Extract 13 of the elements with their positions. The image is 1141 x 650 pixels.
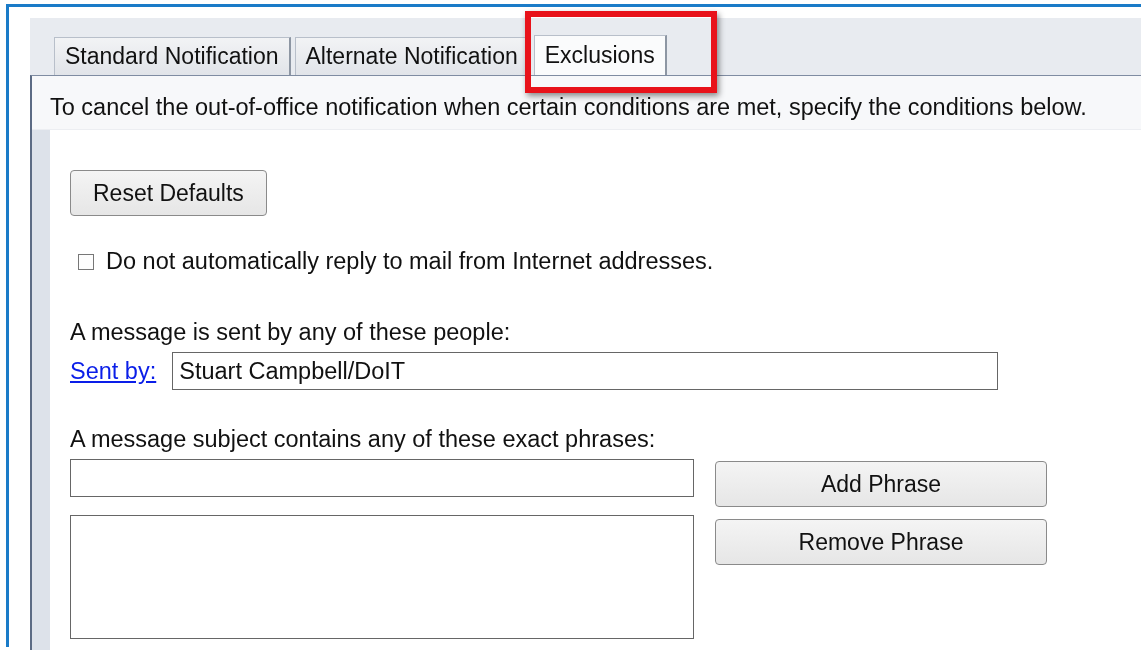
sent-by-field[interactable]: Stuart Campbell/DoIT: [172, 352, 999, 390]
instruction-text: To cancel the out-of-office notification when certain conditions are met, specify the conditions below.: [32, 76, 1141, 130]
phrase-button[interactable]: Remove Phrase: [715, 519, 1047, 565]
tab[interactable]: Exclusions: [533, 35, 667, 75]
tab[interactable]: Standard Notification: [54, 37, 291, 75]
checkbox[interactable]: [78, 253, 94, 270]
reset-defaults-button[interactable]: Reset Defaults: [70, 170, 267, 216]
section-label: A message subject contains any of these exact phrases:: [70, 426, 656, 453]
sent-by-link[interactable]: Sent by:: [70, 357, 157, 385]
phrase-input[interactable]: [70, 459, 694, 497]
section-label: A message is sent by any of these people:: [70, 319, 511, 346]
phrase-button[interactable]: Add Phrase: [715, 461, 1047, 507]
checkbox-label: Do not automatically reply to mail from Internet addresses.: [106, 248, 714, 275]
